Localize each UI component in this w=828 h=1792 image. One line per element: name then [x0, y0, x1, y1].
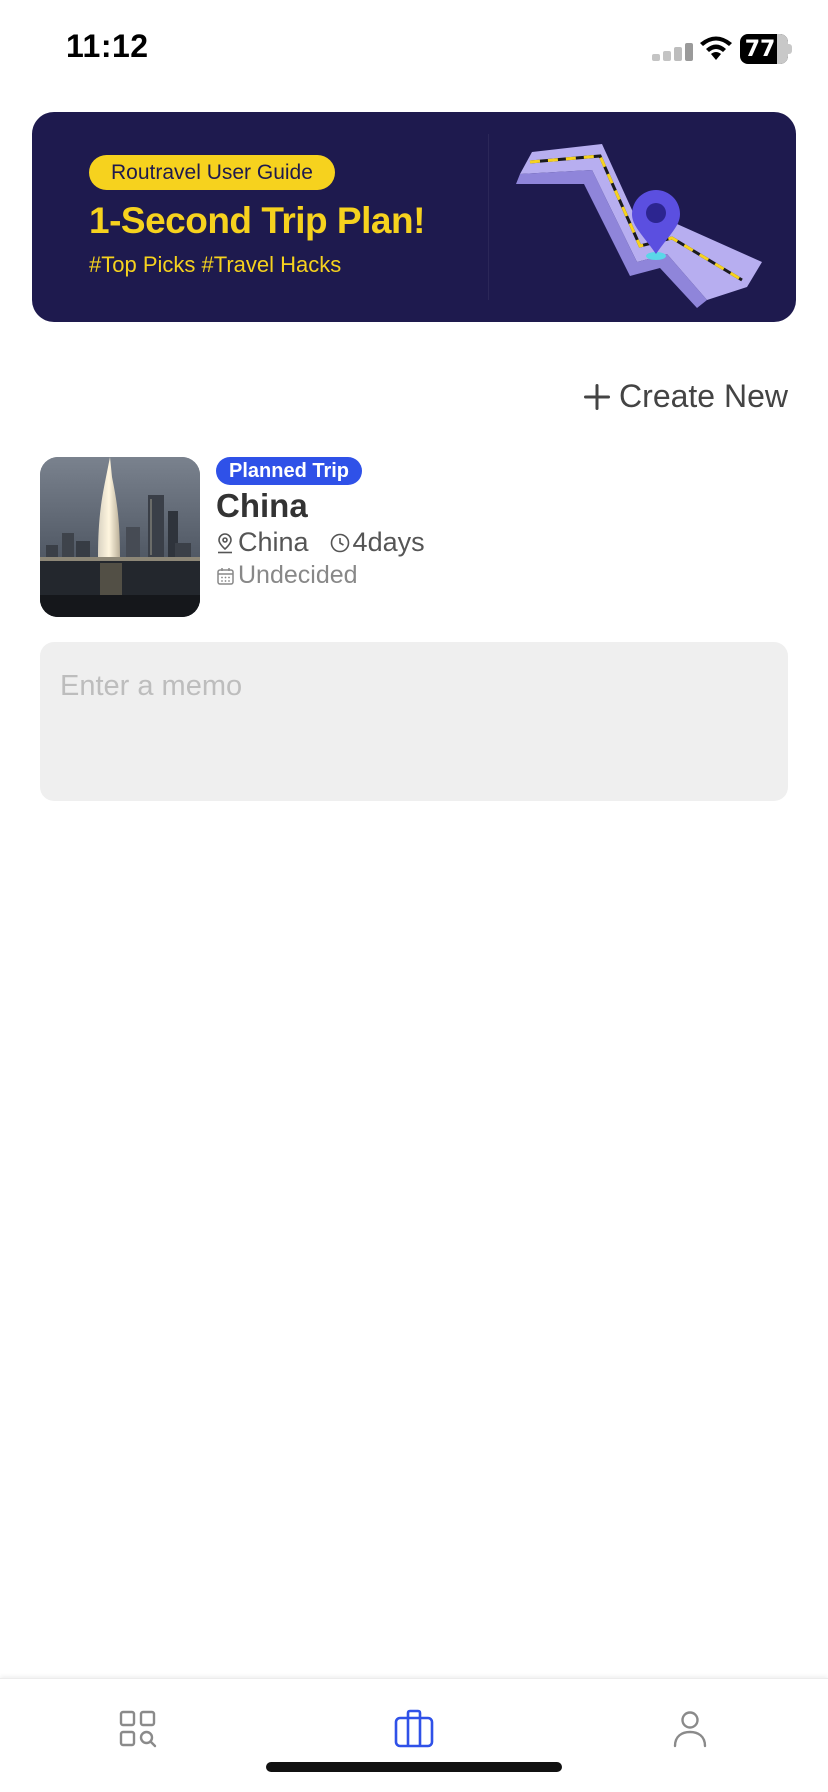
status-bar: 11:12 77 [0, 0, 828, 100]
create-new-label: Create New [619, 378, 788, 414]
memo-input[interactable] [40, 642, 788, 801]
plus-icon [584, 383, 611, 410]
battery-level: 77 [744, 37, 776, 62]
location-pin-icon [218, 532, 232, 553]
banner-pill: Routravel User Guide [89, 155, 335, 190]
explore-grid-icon [119, 1710, 157, 1748]
memo-box [40, 642, 788, 801]
profile-icon [673, 1711, 707, 1748]
trip-date: Undecided [216, 561, 358, 590]
status-time: 11:12 [66, 28, 149, 64]
bottom-nav [0, 1678, 828, 1792]
nav-explore[interactable] [110, 1701, 166, 1757]
trip-date-value: Undecided [238, 561, 358, 589]
nav-trips[interactable] [386, 1701, 442, 1757]
trip-thumbnail [40, 457, 200, 617]
calendar-icon [217, 567, 234, 585]
suitcase-icon [394, 1709, 434, 1748]
trip-title: China [216, 487, 308, 524]
signal-icon [652, 43, 693, 61]
battery-icon: 77 [740, 34, 792, 64]
route-map-illustration [516, 144, 762, 308]
banner-tags: #Top Picks #Travel Hacks [89, 252, 342, 277]
home-indicator [266, 1762, 562, 1772]
banner-title: 1-Second Trip Plan! [89, 200, 425, 241]
clock-icon [330, 533, 349, 552]
trip-status-badge: Planned Trip [216, 457, 363, 485]
user-guide-banner[interactable]: Routravel User Guide 1-Second Trip Plan!… [32, 112, 796, 322]
trip-card[interactable]: Planned Trip China China 4days Undecided [40, 457, 788, 618]
trip-meta: China 4days [216, 527, 425, 558]
trip-location: China [238, 527, 309, 557]
banner-divider [488, 134, 489, 300]
nav-profile[interactable] [662, 1701, 718, 1757]
trip-duration: 4days [352, 527, 425, 557]
create-new-button[interactable]: Create New [583, 378, 788, 415]
wifi-icon [700, 36, 732, 60]
